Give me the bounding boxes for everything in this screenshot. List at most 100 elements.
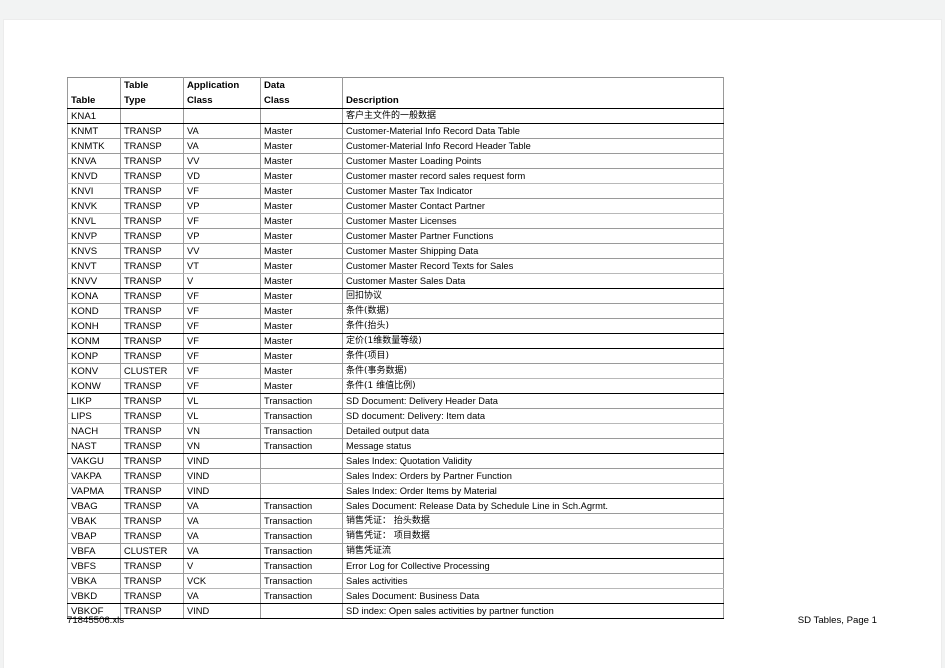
table-row: VBKD TRANSP VA Transaction Sales Document: B…	[67, 588, 724, 604]
cell-data-class: Master	[260, 333, 343, 349]
document-page: Table Application Data Table Type Class …	[4, 20, 941, 668]
sd-tables-table: Table Application Data Table Type Class …	[67, 77, 724, 619]
cell-application-class: VIND	[183, 453, 261, 469]
cell-table-type: TRANSP	[120, 123, 184, 139]
cell-table-type: TRANSP	[120, 228, 184, 244]
cell-data-class: Transaction	[260, 558, 343, 574]
cell-data-class: Transaction	[260, 423, 343, 439]
cell-table-name: NACH	[67, 423, 121, 439]
cell-table-name: KNVS	[67, 243, 121, 259]
cell-description: Customer Master Licenses	[342, 213, 724, 229]
cell-description: Customer-Material Info Record Data Table	[342, 123, 724, 139]
header-cell-description: Description	[342, 93, 724, 109]
header-row-line2: Table Type Class Class Description	[67, 93, 724, 109]
cell-data-class: Master	[260, 318, 343, 334]
cell-table-type: TRANSP	[120, 483, 184, 499]
cell-data-class: Master	[260, 213, 343, 229]
cell-table-name: KNVP	[67, 228, 121, 244]
cell-table-name: VAPMA	[67, 483, 121, 499]
cell-description: Sales Document: Release Data by Schedule…	[342, 498, 724, 514]
cell-table-name: KONA	[67, 288, 121, 304]
table-row: LIKP TRANSP VL Transaction SD Document: Deli…	[67, 393, 724, 409]
cell-description: Customer Master Shipping Data	[342, 243, 724, 259]
cell-table-name: KONW	[67, 378, 121, 394]
table-header: Table Application Data Table Type Class …	[67, 77, 724, 109]
cell-application-class: VF	[183, 333, 261, 349]
cell-table-type: TRANSP	[120, 588, 184, 604]
cell-data-class: Master	[260, 363, 343, 379]
table-row: KONA TRANSP VF Master 回扣协议	[67, 288, 724, 304]
cell-table-type: TRANSP	[120, 288, 184, 304]
table-body: KNA1 客户主文件的一般数据 KNMT TRANSP VA Master Customer…	[67, 108, 724, 619]
cell-table-name: KNVA	[67, 153, 121, 169]
cell-description: Sales Index: Quotation Validity	[342, 453, 724, 469]
cell-data-class: Master	[260, 303, 343, 319]
cell-table-type: TRANSP	[120, 318, 184, 334]
footer-page-label: SD Tables, Page 1	[797, 615, 877, 626]
table-row: NAST TRANSP VN Transaction Message status	[67, 438, 724, 454]
cell-data-class: Master	[260, 378, 343, 394]
cell-table-type: TRANSP	[120, 183, 184, 199]
cell-table-name: VBAP	[67, 528, 121, 544]
table-row: VAKGU TRANSP VIND Sales Index: Quotation Va…	[67, 453, 724, 469]
cell-table-type: TRANSP	[120, 348, 184, 364]
table-row: KNVL TRANSP VF Master Customer Master Licens…	[67, 213, 724, 229]
table-row: VBFS TRANSP V Transaction Error Log for Coll…	[67, 558, 724, 574]
cell-table-name: LIPS	[67, 408, 121, 424]
cell-table-type: TRANSP	[120, 573, 184, 589]
cell-table-name: KNVV	[67, 273, 121, 289]
cell-application-class: VA	[183, 123, 261, 139]
table-row: VBAP TRANSP VA Transaction 销售凭证： 项目数据	[67, 528, 724, 544]
cell-table-name: KONM	[67, 333, 121, 349]
cell-table-name: VBFA	[67, 543, 121, 559]
cell-data-class: Transaction	[260, 498, 343, 514]
cell-table-name: VBAK	[67, 513, 121, 529]
cell-table-type: TRANSP	[120, 453, 184, 469]
table-row: KNVI TRANSP VF Master Customer Master Tax In…	[67, 183, 724, 199]
cell-table-name: KNVI	[67, 183, 121, 199]
sd-tables-table-container: Table Application Data Table Type Class …	[67, 77, 724, 619]
cell-application-class: VF	[183, 183, 261, 199]
cell-description: Customer Master Tax Indicator	[342, 183, 724, 199]
cell-table-name: KOND	[67, 303, 121, 319]
cell-data-class: Master	[260, 138, 343, 154]
cell-application-class: VN	[183, 423, 261, 439]
cell-table-name: KNMT	[67, 123, 121, 139]
footer-filename: 71845506.xls	[67, 615, 125, 626]
table-row: KONH TRANSP VF Master 条件(抬头)	[67, 318, 724, 334]
cell-table-type: TRANSP	[120, 423, 184, 439]
cell-application-class: VIND	[183, 483, 261, 499]
page-footer: 71845506.xls SD Tables, Page 1	[67, 615, 877, 626]
cell-table-type: TRANSP	[120, 393, 184, 409]
header-cell-table-type: Type	[120, 93, 184, 109]
cell-table-type: TRANSP	[120, 213, 184, 229]
cell-table-type: CLUSTER	[120, 543, 184, 559]
cell-description: Error Log for Collective Processing	[342, 558, 724, 574]
cell-table-name: VBKD	[67, 588, 121, 604]
table-row: KNMTK TRANSP VA Master Customer-Material Inf…	[67, 138, 724, 154]
cell-description: Customer Master Record Texts for Sales	[342, 258, 724, 274]
cell-description: Detailed output data	[342, 423, 724, 439]
cell-data-class: Master	[260, 288, 343, 304]
cell-data-class	[260, 108, 343, 124]
table-row: VBAG TRANSP VA Transaction Sales Document: R…	[67, 498, 724, 514]
cell-description: Customer Master Loading Points	[342, 153, 724, 169]
cell-data-class: Master	[260, 348, 343, 364]
cell-description: SD document: Delivery: Item data	[342, 408, 724, 424]
cell-table-name: KNMTK	[67, 138, 121, 154]
table-row: KONM TRANSP VF Master 定价(1维数量等级)	[67, 333, 724, 349]
cell-table-name: VBAG	[67, 498, 121, 514]
cell-description: Message status	[342, 438, 724, 454]
cell-table-type: TRANSP	[120, 528, 184, 544]
cell-application-class: VA	[183, 513, 261, 529]
cell-application-class: VF	[183, 213, 261, 229]
cell-application-class: VIND	[183, 468, 261, 484]
cell-table-name: KNA1	[67, 108, 121, 124]
cell-application-class	[183, 108, 261, 124]
table-row: KNVV TRANSP V Master Customer Master Sales D…	[67, 273, 724, 289]
cell-table-type: TRANSP	[120, 243, 184, 259]
table-row: KNVP TRANSP VP Master Customer Master Partne…	[67, 228, 724, 244]
cell-data-class	[260, 453, 343, 469]
cell-data-class: Transaction	[260, 393, 343, 409]
cell-application-class: VA	[183, 498, 261, 514]
